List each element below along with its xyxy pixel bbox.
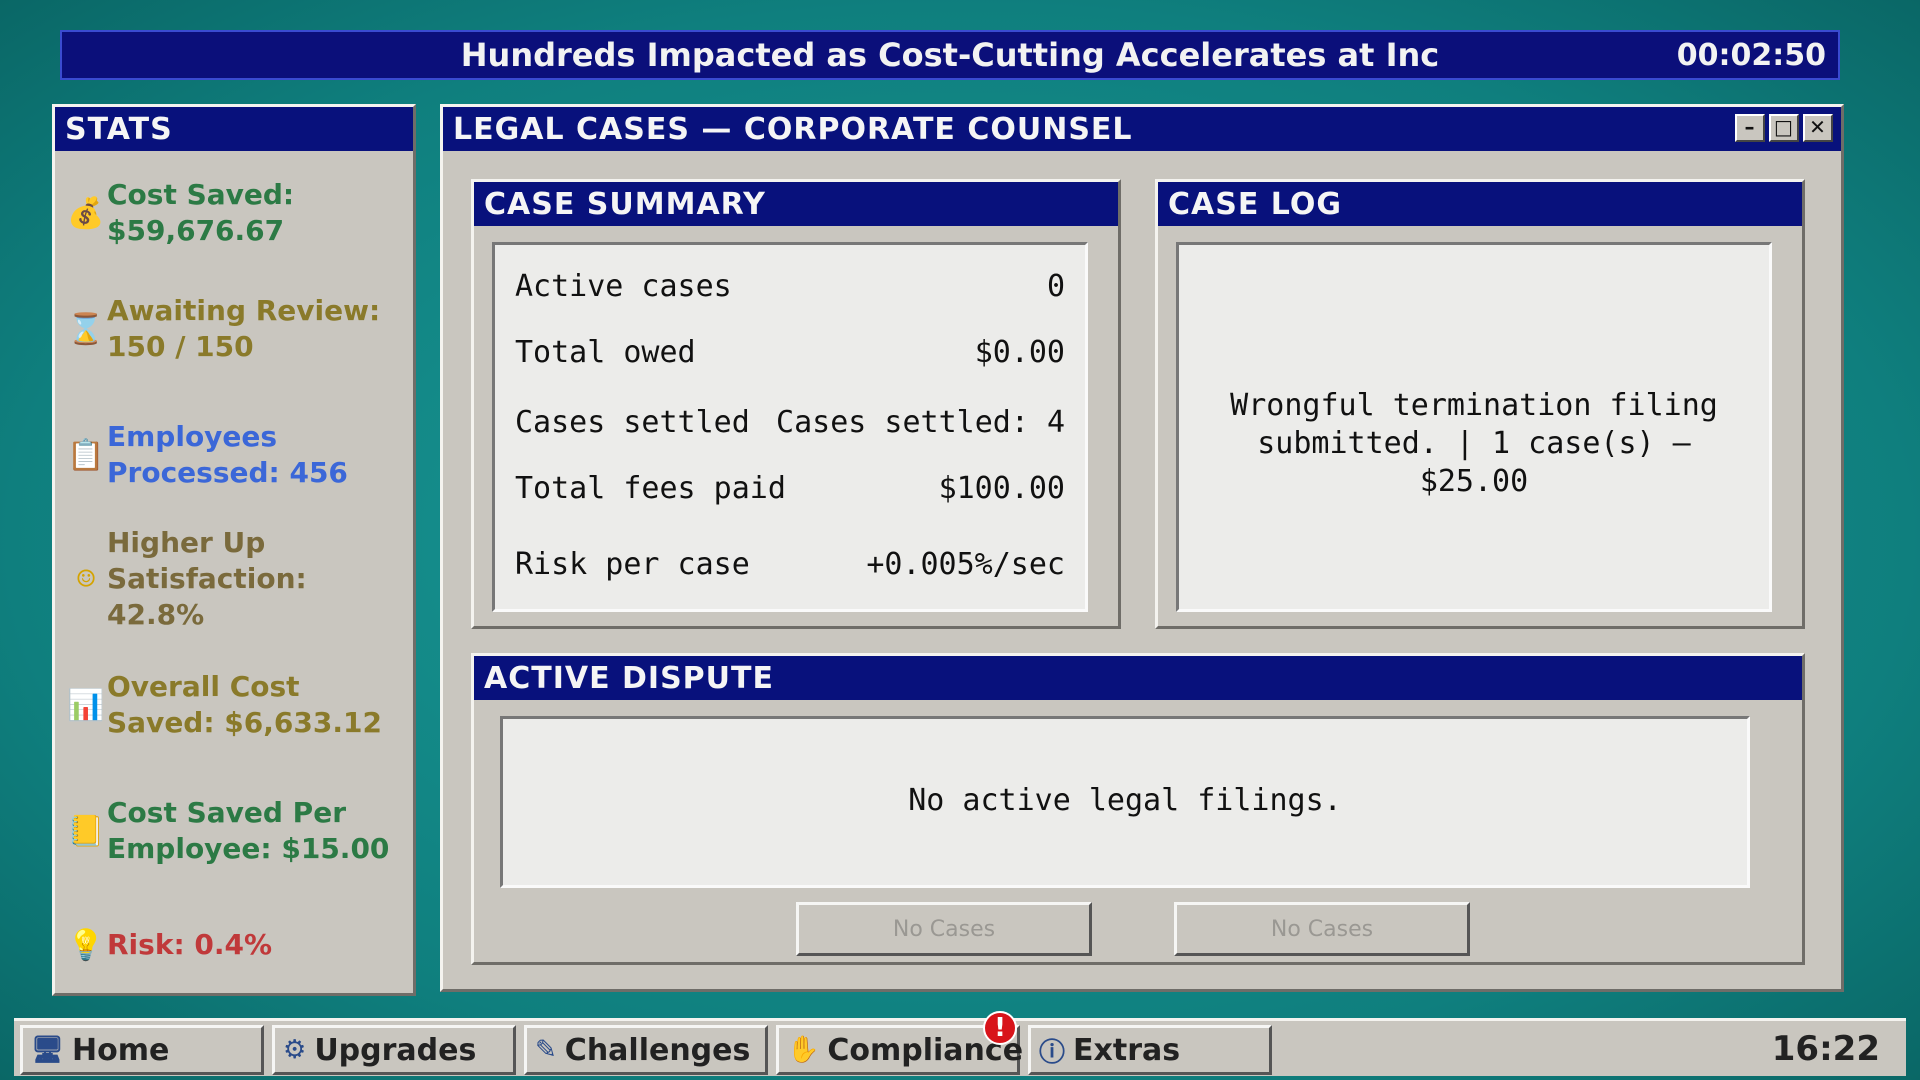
- summary-label: Cases settled: [515, 405, 750, 440]
- taskbar-label: Home: [72, 1032, 170, 1068]
- stat-value: 42.8%: [107, 598, 205, 631]
- taskbar-label: Upgrades: [314, 1032, 477, 1068]
- window-titlebar: LEGAL CASES — CORPORATE COUNSEL – □ ✕: [443, 107, 1841, 151]
- summary-row-settled: Cases settled Cases settled: 4: [495, 405, 1085, 440]
- taskbar-home[interactable]: 🖥 Home: [20, 1025, 264, 1075]
- smiley-icon: ☺: [76, 561, 96, 597]
- bar-chart-icon: 📊: [67, 687, 105, 723]
- summary-value: $100.00: [938, 471, 1065, 506]
- taskbar-clock: 16:22: [1771, 1029, 1880, 1069]
- news-ticker: Hundreds Impacted as Cost-Cutting Accele…: [60, 30, 1840, 80]
- window-title: LEGAL CASES — CORPORATE COUNSEL: [453, 111, 1133, 147]
- stat-overall-cost-saved: 📊 Overall Cost Saved: $6,633.12: [65, 669, 405, 741]
- stat-label: Employees: [107, 420, 278, 453]
- log-line: Wrongful termination filing: [1230, 388, 1718, 423]
- taskbar: 🖥 Home ⚙ Upgrades ✎ Challenges ✋ Complia…: [14, 1018, 1906, 1076]
- case-log-view[interactable]: Wrongful termination filing submitted. |…: [1176, 242, 1772, 612]
- monitor-icon: 🖥: [31, 1035, 65, 1065]
- upgrade-icon: ⚙: [283, 1035, 307, 1065]
- stat-label: Cost Saved Per: [107, 796, 346, 829]
- lightbulb-icon: 💡: [67, 927, 105, 963]
- stat-cost-saved: 💰 Cost Saved: $59,676.67: [65, 177, 405, 249]
- game-screen: Hundreds Impacted as Cost-Cutting Accele…: [0, 0, 1920, 1080]
- maximize-button[interactable]: □: [1769, 114, 1799, 142]
- case-summary-title: CASE SUMMARY: [474, 182, 1118, 226]
- stat-label: Overall Cost: [107, 670, 300, 703]
- summary-label: Risk per case: [515, 547, 750, 582]
- taskbar-label: Challenges: [564, 1032, 751, 1068]
- stat-value: Processed: 456: [107, 456, 348, 489]
- clipboard-icon: 📋: [67, 437, 105, 473]
- ledger-icon: 📒: [67, 813, 105, 849]
- stat-label: Awaiting Review:: [107, 294, 381, 327]
- legal-cases-window: LEGAL CASES — CORPORATE COUNSEL – □ ✕ CA…: [440, 104, 1844, 992]
- stats-panel: STATS 💰 Cost Saved: $59,676.67 ⌛ Awaitin…: [52, 104, 416, 996]
- summary-row-owed: Total owed $0.00: [495, 335, 1085, 370]
- taskbar-label: Extras: [1073, 1032, 1181, 1068]
- case-summary-table: Active cases 0 Total owed $0.00 Cases se…: [492, 242, 1088, 612]
- summary-value: 0: [1046, 269, 1065, 304]
- stat-risk: 💡 Risk: 0.4%: [65, 927, 405, 963]
- stat-higher-up-satisfaction: ☺ Higher Up Satisfaction: 42.8%: [65, 525, 405, 633]
- summary-value: Cases settled: 4: [776, 405, 1065, 440]
- summary-label: Total owed: [515, 335, 696, 370]
- minimize-button[interactable]: –: [1735, 114, 1765, 142]
- stat-label: Risk: 0.4%: [107, 928, 273, 961]
- log-line: submitted. | 1 case(s) — $25.00: [1257, 426, 1691, 499]
- stat-value: 150 / 150: [107, 330, 254, 363]
- taskbar-challenges[interactable]: ✎ Challenges: [524, 1025, 768, 1075]
- stat-label: Higher Up Satisfaction:: [107, 526, 307, 595]
- compliance-icon: ✋: [787, 1035, 820, 1065]
- summary-row-risk: Risk per case +0.005%/sec: [495, 547, 1085, 582]
- game-timer: 00:02:50: [1676, 38, 1826, 73]
- stat-value: Saved: $6,633.12: [107, 706, 382, 739]
- stat-value: Employee: $15.00: [107, 832, 390, 865]
- stat-cost-per-employee: 📒 Cost Saved Per Employee: $15.00: [65, 795, 405, 867]
- puzzle-icon: ✎: [535, 1035, 557, 1065]
- summary-row-fees: Total fees paid $100.00: [495, 471, 1085, 506]
- summary-row-active: Active cases 0: [495, 269, 1085, 304]
- compliance-alert-badge[interactable]: !: [983, 1011, 1017, 1045]
- stats-title: STATS: [55, 107, 413, 151]
- close-button[interactable]: ✕: [1803, 114, 1833, 142]
- summary-label: Total fees paid: [515, 471, 786, 506]
- hourglass-icon: ⌛: [67, 311, 105, 347]
- no-filings-message: No active legal filings.: [908, 783, 1342, 818]
- active-dispute-panel: ACTIVE DISPUTE No active legal filings. …: [471, 653, 1805, 965]
- info-icon: ⓘ: [1039, 1037, 1066, 1068]
- summary-label: Active cases: [515, 269, 732, 304]
- ticker-headline: Hundreds Impacted as Cost-Cutting Accele…: [460, 36, 1440, 74]
- stat-awaiting-review: ⌛ Awaiting Review: 150 / 150: [65, 293, 405, 365]
- taskbar-extras[interactable]: ⓘ Extras: [1028, 1025, 1272, 1075]
- no-cases-button-left[interactable]: No Cases: [796, 902, 1092, 956]
- taskbar-upgrades[interactable]: ⚙ Upgrades: [272, 1025, 516, 1075]
- summary-value: +0.005%/sec: [866, 547, 1065, 582]
- stat-label: Cost Saved:: [107, 178, 295, 211]
- active-dispute-title: ACTIVE DISPUTE: [474, 656, 1802, 700]
- case-log-entry: Wrongful termination filing submitted. |…: [1179, 387, 1769, 501]
- case-log-panel: CASE LOG Wrongful termination filing sub…: [1155, 179, 1805, 629]
- case-log-title: CASE LOG: [1158, 182, 1802, 226]
- stat-employees-processed: 📋 Employees Processed: 456: [65, 419, 405, 491]
- money-bag-icon: 💰: [67, 195, 105, 231]
- case-summary-panel: CASE SUMMARY Active cases 0 Total owed $…: [471, 179, 1121, 629]
- no-cases-button-right[interactable]: No Cases: [1174, 902, 1470, 956]
- dispute-view: No active legal filings.: [500, 716, 1750, 888]
- summary-value: $0.00: [974, 335, 1065, 370]
- stat-value: $59,676.67: [107, 214, 285, 247]
